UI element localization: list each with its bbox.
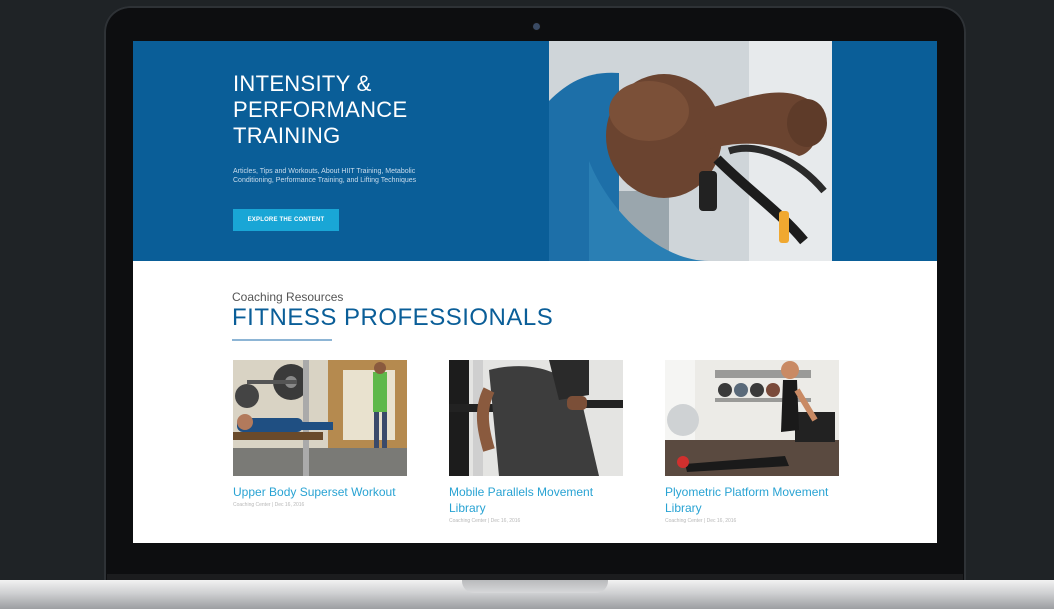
- card-meta: Coaching Center | Dec 16, 2016: [665, 518, 737, 524]
- card-meta: Coaching Center | Dec 16, 2016: [449, 518, 521, 524]
- card-image[interactable]: [665, 360, 839, 476]
- section-eyebrow: Coaching Resources: [232, 290, 344, 304]
- bench-press-illustration: [233, 360, 407, 476]
- section-title: FITNESS PROFESSIONALS: [232, 304, 554, 331]
- hero-photo: [549, 41, 832, 261]
- card-title[interactable]: Upper Body Superset Workout: [233, 484, 407, 500]
- hero-title-line: INTENSITY &: [233, 71, 372, 96]
- hero-title-line: PERFORMANCE: [233, 97, 408, 122]
- title-underline: [232, 339, 332, 341]
- card-title[interactable]: Mobile Parallels Movement Library: [449, 484, 623, 516]
- card-mobile-parallels[interactable]: Mobile Parallels Movement Library Coachi…: [449, 360, 623, 524]
- explore-content-button[interactable]: EXPLORE THE CONTENT: [233, 209, 339, 231]
- parallels-dip-illustration: [449, 360, 623, 476]
- card-meta: Coaching Center | Dec 16, 2016: [233, 502, 305, 508]
- card-image[interactable]: [449, 360, 623, 476]
- screen: INTENSITY & PERFORMANCE TRAINING Article…: [133, 41, 937, 543]
- camera-icon: [533, 23, 540, 30]
- hero-title: INTENSITY & PERFORMANCE TRAINING: [233, 71, 493, 149]
- laptop-notch: [462, 580, 608, 593]
- hero-banner: INTENSITY & PERFORMANCE TRAINING Article…: [133, 41, 937, 261]
- hero-description: Articles, Tips and Workouts, About HIIT …: [233, 168, 417, 184]
- hero-title-line: TRAINING: [233, 123, 341, 148]
- card-image[interactable]: [233, 360, 407, 476]
- athlete-photo-illustration: [549, 41, 832, 261]
- card-upper-body[interactable]: Upper Body Superset Workout Coaching Cen…: [233, 360, 407, 508]
- card-plyometric-platform[interactable]: Plyometric Platform Movement Library Coa…: [665, 360, 839, 524]
- plyometric-exercise-illustration: [665, 360, 839, 476]
- card-title[interactable]: Plyometric Platform Movement Library: [665, 484, 839, 516]
